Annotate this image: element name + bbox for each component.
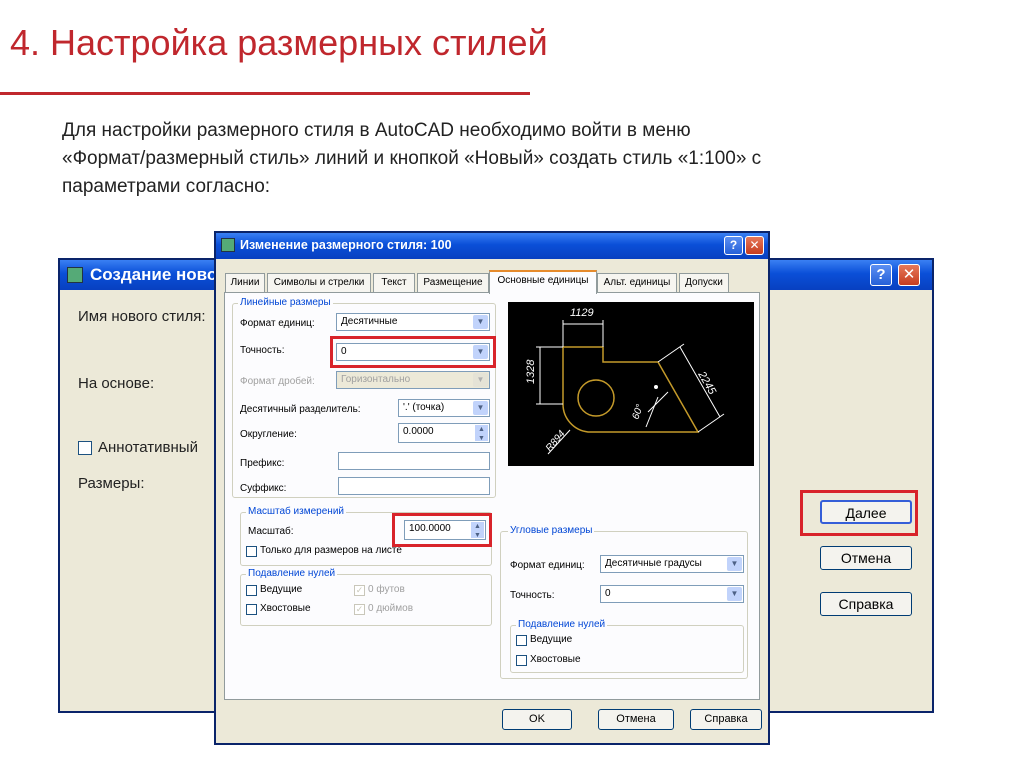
zero-suppression-title: Подавление нулей: [246, 568, 338, 579]
angular-leading-label: Ведущие: [530, 634, 573, 645]
new-style-name-label: Имя нового стиля:: [78, 308, 206, 325]
preview-dim-angle: 60°: [630, 403, 646, 421]
angular-precision-label: Точность:: [510, 590, 555, 601]
spinner-arrows-icon[interactable]: ▲ ▼: [471, 522, 484, 539]
rounding-value: 0.0000: [403, 426, 434, 437]
tab-tolerances[interactable]: Допуски: [679, 273, 729, 293]
suffix-label: Суффикс:: [240, 483, 287, 494]
angular-leading-checkbox[interactable]: [516, 635, 527, 646]
rounding-input[interactable]: 0.0000 ▲ ▼: [398, 423, 490, 443]
unit-format-value: Десятичные: [341, 316, 398, 327]
layout-only-checkbox[interactable]: [246, 546, 257, 557]
paragraph-line: параметрами согласно:: [62, 176, 271, 197]
tab-lines[interactable]: Линии: [225, 273, 265, 293]
inches-checkbox: ✓: [354, 604, 365, 615]
modify-dialog-title: Изменение размерного стиля: 100: [240, 238, 452, 252]
prefix-label: Префикс:: [240, 458, 285, 469]
suffix-input[interactable]: [338, 477, 490, 495]
preview-dim-top: 1129: [570, 307, 594, 319]
angular-zero-title: Подавление нулей: [516, 619, 608, 630]
trailing-label: Хвостовые: [260, 603, 311, 614]
trailing-checkbox[interactable]: [246, 604, 257, 615]
ok-button[interactable]: OK: [502, 709, 572, 730]
decimal-sep-label: Десятичный разделитель:: [240, 404, 361, 415]
chevron-down-icon[interactable]: ▼: [473, 315, 488, 329]
modify-dialog-titlebar[interactable]: Изменение размерного стиля: 100 ? ✕: [216, 233, 768, 259]
dimension-preview-drawing: 1129 1328 2245 60° R894: [525, 307, 725, 455]
scale-input[interactable]: 100.0000 ▲ ▼: [404, 520, 486, 540]
fraction-format-label: Формат дробей:: [240, 376, 315, 387]
tab-primary-units[interactable]: Основные единицы: [489, 270, 597, 294]
spinner-arrows-icon[interactable]: ▲ ▼: [475, 425, 488, 442]
inches-label: 0 дюймов: [368, 603, 414, 614]
app-icon: [221, 238, 235, 252]
next-button[interactable]: Далее: [820, 500, 912, 524]
annotative-label: Аннотативный: [98, 439, 198, 456]
chevron-down-icon[interactable]: ▼: [727, 557, 742, 571]
paragraph-line: «Формат/размерный стиль» линий и кнопкой…: [62, 148, 762, 169]
precision-label: Точность:: [240, 345, 285, 356]
feet-checkbox: ✓: [354, 585, 365, 596]
scale-value: 100.0000: [409, 523, 451, 534]
decimal-sep-value: '.' (точка): [403, 402, 445, 413]
scale-title: Масштаб измерений: [246, 506, 346, 517]
angular-unit-format-label: Формат единиц:: [510, 560, 585, 571]
tab-text[interactable]: Текст: [373, 273, 415, 293]
dimensions-label: Размеры:: [78, 475, 145, 492]
angular-precision-value: 0: [605, 588, 611, 599]
preview-dim-left: 1328: [525, 359, 537, 384]
paragraph-line: Для настройки размерного стиля в AutoCAD…: [62, 120, 691, 141]
cancel-button[interactable]: Отмена: [598, 709, 674, 730]
preview-dim-diagonal: 2245: [695, 369, 719, 398]
annotative-checkbox[interactable]: [78, 441, 92, 455]
cancel-button[interactable]: Отмена: [820, 546, 912, 570]
unit-format-select[interactable]: Десятичные ▼: [336, 313, 490, 331]
chevron-down-icon[interactable]: ▼: [727, 587, 742, 601]
close-icon[interactable]: ✕: [745, 236, 764, 255]
angular-zero-group: [510, 625, 744, 673]
prefix-input[interactable]: [338, 452, 490, 470]
scale-label: Масштаб:: [248, 526, 294, 537]
fraction-format-value: Горизонтально: [341, 374, 411, 385]
zero-suppression-group: [240, 574, 492, 626]
angular-trailing-label: Хвостовые: [530, 654, 581, 665]
angular-unit-format-select[interactable]: Десятичные градусы ▼: [600, 555, 744, 573]
tab-symbols-arrows[interactable]: Символы и стрелки: [267, 273, 371, 293]
angular-trailing-checkbox[interactable]: [516, 655, 527, 666]
slide-paragraph: Для настройки размерного стиля в AutoCAD…: [62, 117, 962, 201]
chevron-down-icon[interactable]: ▼: [473, 401, 488, 415]
help-button[interactable]: Справка: [690, 709, 762, 730]
help-icon[interactable]: ?: [724, 236, 743, 255]
create-dialog-title: Создание новог: [90, 265, 225, 284]
help-icon[interactable]: ?: [870, 264, 892, 286]
help-button[interactable]: Справка: [820, 592, 912, 616]
leading-label: Ведущие: [260, 584, 303, 595]
title-underline: [0, 92, 530, 95]
angular-dims-title: Угловые размеры: [508, 525, 595, 536]
preview-dim-radius: R894: [544, 428, 568, 454]
close-icon[interactable]: ✕: [898, 264, 920, 286]
modify-style-dialog: Изменение размерного стиля: 100 ? ✕ Лини…: [214, 231, 770, 745]
chevron-down-icon: ▼: [473, 373, 488, 387]
unit-format-label: Формат единиц:: [240, 318, 315, 329]
decimal-sep-select[interactable]: '.' (точка) ▼: [398, 399, 490, 417]
rounding-label: Округление:: [240, 429, 297, 440]
chevron-down-icon[interactable]: ▼: [473, 345, 488, 359]
tab-alt-units[interactable]: Альт. единицы: [597, 273, 677, 293]
precision-value: 0: [341, 346, 347, 357]
based-on-label: На основе:: [78, 375, 155, 392]
leading-checkbox[interactable]: [246, 585, 257, 596]
preview-pane: 1129 1328 2245 60° R894: [508, 302, 754, 466]
angular-unit-format-value: Десятичные градусы: [605, 558, 702, 569]
angular-precision-select[interactable]: 0 ▼: [600, 585, 744, 603]
layout-only-label: Только для размеров на листе: [260, 545, 402, 556]
slide-title: 4. Настройка размерных стилей: [10, 22, 548, 63]
linear-dims-title: Линейные размеры: [238, 297, 333, 308]
precision-select[interactable]: 0 ▼: [336, 343, 490, 361]
feet-label: 0 футов: [368, 584, 405, 595]
tab-placement[interactable]: Размещение: [417, 273, 489, 293]
app-icon: [67, 267, 83, 283]
fraction-format-select: Горизонтально ▼: [336, 371, 490, 389]
